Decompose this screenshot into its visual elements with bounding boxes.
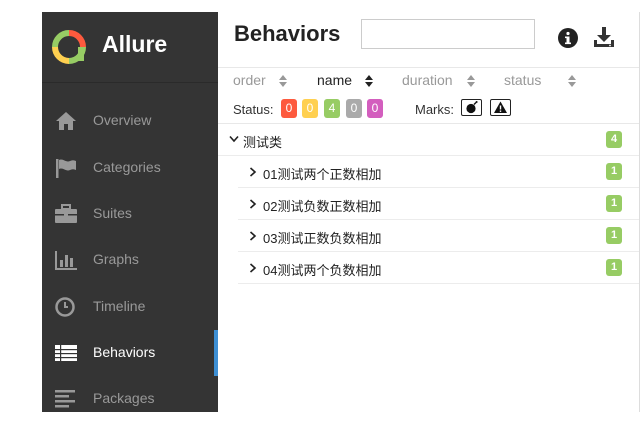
status-badge-unknown[interactable]: 0 bbox=[367, 99, 383, 118]
count-badge: 4 bbox=[606, 131, 622, 148]
sidebar: Allure Overview Categories Suites Graphs… bbox=[42, 12, 218, 412]
home-icon bbox=[56, 112, 76, 130]
status-badge-passed[interactable]: 4 bbox=[324, 99, 340, 118]
sidebar-item-label: Timeline bbox=[93, 298, 146, 314]
bar-chart-icon bbox=[55, 251, 77, 270]
info-icon[interactable] bbox=[557, 27, 579, 49]
tree-item-row[interactable]: 01测试两个正数相加 1 bbox=[238, 156, 640, 188]
download-icon[interactable] bbox=[592, 26, 616, 48]
status-badge-failed[interactable]: 0 bbox=[281, 99, 297, 118]
sort-icon bbox=[568, 75, 576, 87]
status-badge-broken[interactable]: 0 bbox=[302, 99, 318, 118]
header-divider bbox=[218, 67, 640, 68]
sidebar-item-overview[interactable]: Overview bbox=[42, 98, 218, 144]
count-badge: 1 bbox=[606, 227, 622, 244]
tree-item-row[interactable]: 04测试两个负数相加 1 bbox=[238, 252, 640, 284]
sort-duration[interactable]: duration bbox=[402, 72, 453, 88]
search-input[interactable] bbox=[361, 19, 535, 49]
tree-item-label: 02测试负数正数相加 bbox=[263, 199, 382, 214]
tree-item-row[interactable]: 02测试负数正数相加 1 bbox=[238, 188, 640, 220]
sort-icon bbox=[279, 75, 287, 87]
logo[interactable]: Allure bbox=[42, 12, 218, 83]
mark-flaky-button[interactable] bbox=[461, 99, 482, 116]
sort-name[interactable]: name bbox=[317, 72, 352, 88]
tree-item-label: 03测试正数负数相加 bbox=[263, 231, 382, 246]
page-title: Behaviors bbox=[234, 21, 341, 46]
status-badge-skipped[interactable]: 0 bbox=[346, 99, 362, 118]
sidebar-item-packages[interactable]: Packages bbox=[42, 376, 218, 422]
tree-item-label: 04测试两个负数相加 bbox=[263, 263, 382, 278]
sort-order[interactable]: order bbox=[233, 72, 266, 88]
sidebar-item-label: Packages bbox=[93, 390, 155, 406]
tree-group-label: 测试类 bbox=[243, 135, 283, 150]
chevron-right-icon bbox=[249, 199, 257, 209]
sidebar-item-label: Categories bbox=[93, 159, 161, 175]
clock-icon bbox=[55, 297, 75, 317]
main-content: Behaviors order name duration status Sta… bbox=[218, 12, 640, 412]
sort-label: name bbox=[317, 72, 353, 88]
sort-label: status bbox=[504, 72, 542, 88]
tree-group-row[interactable]: 测试类 4 bbox=[218, 124, 640, 156]
sidebar-item-label: Overview bbox=[93, 112, 152, 128]
sort-label: duration bbox=[402, 72, 453, 88]
sidebar-item-graphs[interactable]: Graphs bbox=[42, 237, 218, 283]
sidebar-item-suites[interactable]: Suites bbox=[42, 191, 218, 237]
warning-icon bbox=[494, 101, 507, 113]
sidebar-item-label: Suites bbox=[93, 205, 132, 221]
left-margin bbox=[0, 0, 42, 412]
marks-label: Marks: bbox=[415, 102, 454, 117]
sidebar-item-label: Behaviors bbox=[93, 344, 156, 360]
chevron-right-icon bbox=[249, 263, 257, 273]
flag-icon bbox=[56, 159, 76, 178]
align-left-icon bbox=[55, 390, 75, 408]
status-filter-label: Status: bbox=[233, 102, 274, 117]
app-title: Allure bbox=[102, 31, 168, 57]
sort-icon bbox=[365, 75, 373, 87]
list-icon bbox=[55, 345, 77, 361]
mark-new-failed-button[interactable] bbox=[490, 99, 511, 116]
count-badge: 1 bbox=[606, 259, 622, 276]
sidebar-item-behaviors[interactable]: Behaviors bbox=[42, 330, 218, 376]
sort-icon bbox=[467, 75, 475, 87]
count-badge: 1 bbox=[606, 195, 622, 212]
count-badge: 1 bbox=[606, 163, 622, 180]
allure-logo-icon bbox=[52, 30, 86, 64]
tree-item-row[interactable]: 03测试正数负数相加 1 bbox=[238, 220, 640, 252]
sort-label: order bbox=[233, 72, 266, 88]
sidebar-item-timeline[interactable]: Timeline bbox=[42, 284, 218, 330]
chevron-right-icon bbox=[249, 231, 257, 241]
chevron-down-icon bbox=[229, 135, 239, 143]
tree-item-label: 01测试两个正数相加 bbox=[263, 167, 382, 182]
sidebar-item-categories[interactable]: Categories bbox=[42, 145, 218, 191]
sidebar-item-label: Graphs bbox=[93, 251, 139, 267]
sort-status[interactable]: status bbox=[504, 72, 541, 88]
briefcase-icon bbox=[55, 204, 77, 223]
chevron-right-icon bbox=[249, 167, 257, 177]
bomb-icon bbox=[466, 101, 478, 114]
